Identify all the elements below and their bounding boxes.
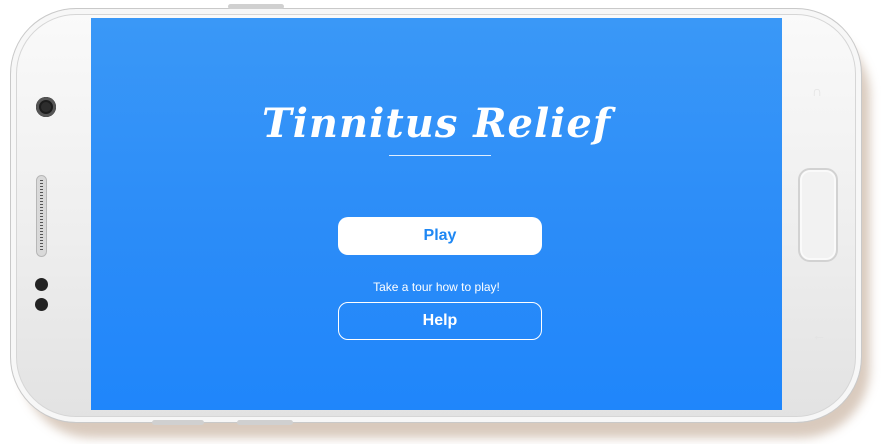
front-camera-icon [36,97,56,117]
back-key-icon: ← [812,327,826,343]
proximity-sensor [35,278,48,291]
volume-button [228,4,284,9]
tour-prompt: Take a tour how to play! [373,280,500,294]
earpiece-speaker [36,175,47,257]
power-button [152,420,204,425]
app-title: Tinnitus Relief [261,100,612,147]
side-button [237,420,293,425]
light-sensor [35,298,48,311]
title-underline [389,155,491,156]
recent-apps-key-icon: ∩ [812,83,823,99]
help-button-label: Help [422,312,458,329]
app-screen: Tinnitus Relief Play Take a tour how to … [91,18,782,410]
help-button[interactable]: Help [338,302,542,340]
home-button[interactable] [798,168,838,262]
play-button[interactable]: Play [338,217,542,255]
play-button-label: Play [423,227,457,244]
